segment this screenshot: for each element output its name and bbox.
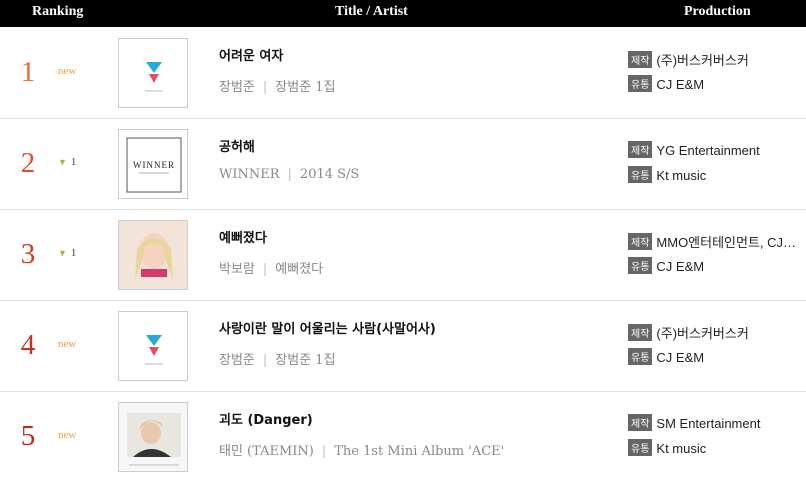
rank-change-new: new <box>58 65 77 77</box>
artist-name[interactable]: 박보람 <box>219 262 255 277</box>
album-cover[interactable] <box>118 311 188 381</box>
arrow-down-icon: ▼ <box>58 157 67 167</box>
distributor-line: 유통 CJ E&M <box>628 257 704 274</box>
distributor-tag: 유통 <box>628 75 653 92</box>
album-cover[interactable] <box>118 402 188 472</box>
rank-number: 4 <box>20 329 36 361</box>
rank-number: 1 <box>20 56 36 88</box>
song-meta: 장범준 | 장범준 1집 <box>219 80 336 95</box>
rank-change-new: new <box>58 338 77 350</box>
song-title[interactable]: 공허해 <box>219 136 255 155</box>
producer-tag: 제작 <box>628 51 653 68</box>
producer-tag: 제작 <box>628 141 653 158</box>
rank-number: 5 <box>20 420 36 452</box>
chart-row[interactable]: 5 new 괴도 (Danger) 태민 (TAEMIN) | The 1st Mi… <box>0 392 806 483</box>
distributor-line: 유통 Kt music <box>628 439 706 456</box>
distributor-name: CJ E&M <box>656 259 705 274</box>
album-name[interactable]: The 1st Mini Album 'ACE' <box>334 444 504 459</box>
song-meta: WINNER | 2014 S/S <box>219 167 360 182</box>
header-title-artist: Title / Artist <box>335 4 408 19</box>
producer-name: (주)버스커버스커 <box>656 326 749 341</box>
distributor-tag: 유통 <box>628 348 653 365</box>
album-cover[interactable] <box>118 220 188 290</box>
distributor-tag: 유통 <box>628 439 653 456</box>
song-meta: 박보람 | 예뻐졌다 <box>219 262 324 277</box>
rank-number: 3 <box>20 238 36 270</box>
artist-name[interactable]: 장범준 <box>219 353 255 368</box>
chart-row[interactable]: 2 ▼ 1 WINNER 공허해 WINNER | 2014 S/S 제작 YG Ent… <box>0 119 806 210</box>
song-title[interactable]: 예뻐졌다 <box>219 227 267 246</box>
chart-row[interactable]: 4 new 사랑이란 말이 어울리는 사람(사말어사) 장범준 | 장범준 1집 제… <box>0 301 806 392</box>
producer-name: (주)버스커버스커 <box>656 53 749 68</box>
rank-change-new: new <box>58 429 77 441</box>
distributor-name: CJ E&M <box>656 77 705 92</box>
distributor-tag: 유통 <box>628 257 653 274</box>
winner-album-cover: WINNER <box>126 137 182 193</box>
photo-album-cover <box>119 403 187 471</box>
distributor-name: Kt music <box>656 168 707 183</box>
producer-tag: 제작 <box>628 414 653 431</box>
album-name[interactable]: 장범준 1집 <box>275 80 335 95</box>
producer-tag: 제작 <box>628 324 653 341</box>
producer-tag: 제작 <box>628 233 653 250</box>
producer-line: 제작 (주)버스커버스커 <box>628 323 749 342</box>
artist-name[interactable]: 태민 (TAEMIN) <box>219 444 314 459</box>
chart-row[interactable]: 3 ▼ 1 예뻐졌다 박보람 | 예뻐졌다 제작 MMO엔터테인먼트, CJ… 유통 CJ… <box>0 210 806 301</box>
song-title[interactable]: 괴도 (Danger) <box>219 409 313 428</box>
producer-name: MMO엔터테인먼트, CJ… <box>656 235 797 250</box>
chart-header: Ranking Title / Artist Production <box>0 0 806 27</box>
song-title[interactable]: 사랑이란 말이 어울리는 사람(사말어사) <box>219 318 436 337</box>
svg-text:WINNER: WINNER <box>133 160 175 170</box>
album-cover[interactable] <box>118 38 188 108</box>
header-ranking: Ranking <box>32 4 84 19</box>
portrait-album-cover <box>119 221 187 289</box>
triangle-logo-icon <box>145 335 163 365</box>
producer-line: 제작 MMO엔터테인먼트, CJ… <box>628 232 796 251</box>
distributor-name: Kt music <box>656 441 707 456</box>
distributor-line: 유통 CJ E&M <box>628 75 704 92</box>
album-name[interactable]: 예뻐졌다 <box>275 262 323 277</box>
chart-row[interactable]: 1 new 어려운 여자 장범준 | 장범준 1집 제작 (주)버스커버스커 유통 CJ… <box>0 28 806 119</box>
album-name[interactable]: 2014 S/S <box>300 167 359 182</box>
rank-number: 2 <box>20 147 36 179</box>
distributor-tag: 유통 <box>628 166 653 183</box>
artist-name[interactable]: 장범준 <box>219 80 255 95</box>
album-cover[interactable]: WINNER <box>118 129 188 199</box>
rank-change-down: ▼ 1 <box>58 247 77 259</box>
producer-name: SM Entertainment <box>656 416 761 431</box>
distributor-line: 유통 Kt music <box>628 166 706 183</box>
header-production: Production <box>684 4 751 19</box>
song-title[interactable]: 어려운 여자 <box>219 45 283 64</box>
rank-change-down: ▼ 1 <box>58 156 77 168</box>
song-meta: 장범준 | 장범준 1집 <box>219 353 336 368</box>
artist-name[interactable]: WINNER <box>219 167 280 182</box>
arrow-down-icon: ▼ <box>58 248 67 258</box>
song-meta: 태민 (TAEMIN) | The 1st Mini Album 'ACE' <box>219 444 505 459</box>
producer-line: 제작 YG Entertainment <box>628 141 760 158</box>
triangle-logo-icon <box>145 62 163 92</box>
producer-name: YG Entertainment <box>656 143 760 158</box>
producer-line: 제작 (주)버스커버스커 <box>628 50 749 69</box>
distributor-line: 유통 CJ E&M <box>628 348 704 365</box>
producer-line: 제작 SM Entertainment <box>628 414 760 431</box>
distributor-name: CJ E&M <box>656 350 705 365</box>
album-name[interactable]: 장범준 1집 <box>275 353 335 368</box>
